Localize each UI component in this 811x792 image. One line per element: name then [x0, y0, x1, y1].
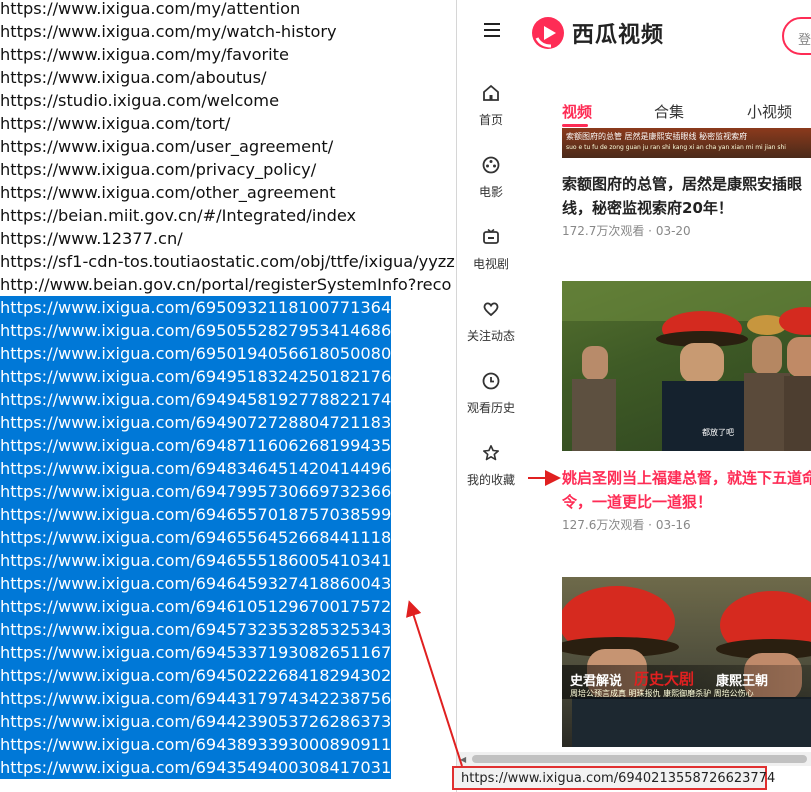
url-line-selected: https://www.ixigua.com/69453371930826511…: [0, 641, 391, 664]
url-line-selected: https://www.ixigua.com/69494581927788221…: [0, 388, 391, 411]
menu-icon[interactable]: [484, 23, 500, 38]
video-title[interactable]: 索额图府的总管，居然是康熙安插眼线，秘密监视索府20年！: [562, 172, 811, 220]
heart-icon: [483, 302, 499, 317]
ixigua-page: 西瓜视频 登 首页 电影 电视剧 关注动态 观看历史 我的收藏 视频 合集 小视…: [457, 0, 811, 792]
url-line-selected: https://www.ixigua.com/69443179743422387…: [0, 687, 391, 710]
url-line: https://www.12377.cn/: [0, 229, 183, 248]
subtitle-show: 康熙王朝: [716, 674, 769, 689]
url-line-selected: https://www.ixigua.com/69457323532853253…: [0, 618, 391, 641]
star-icon: [483, 445, 499, 461]
film-reel-icon: [482, 156, 500, 174]
url-list-panel: https://www.ixigua.com/my/attention https…: [0, 0, 457, 792]
tv-icon: [483, 228, 499, 244]
url-line: https://beian.miit.gov.cn/#/Integrated/i…: [0, 206, 357, 225]
publish-date: 03-16: [655, 518, 691, 532]
url-line-selected: https://www.ixigua.com/69465564526684411…: [0, 526, 391, 549]
ixigua-logo-icon[interactable]: [531, 16, 565, 50]
url-line-selected: https://www.ixigua.com/69479957306697323…: [0, 480, 391, 503]
url-line-selected: https://www.ixigua.com/69461051296700175…: [0, 595, 391, 618]
sidebar-item-label: 首页: [478, 113, 503, 127]
url-line-selected: https://www.ixigua.com/69465570187570385…: [0, 503, 391, 526]
sidebar-item-movie[interactable]: 电影: [457, 156, 525, 200]
link-status-bar: https://www.ixigua.com/69402135587266237…: [452, 766, 775, 790]
url-line-selected: https://www.ixigua.com/69435494003084170…: [0, 756, 391, 779]
home-icon: [483, 84, 499, 101]
url-line: https://www.ixigua.com/user_agreement/: [0, 137, 334, 156]
video-meta: 172.7万次观看 · 03-20: [562, 224, 691, 238]
thumbnail-scene: [562, 586, 811, 747]
url-line-selected: https://www.ixigua.com/69450222684182943…: [0, 664, 391, 687]
scrollbar-thumb[interactable]: [472, 755, 807, 763]
url-line-selected: https://www.ixigua.com/69495183242501821…: [0, 365, 391, 388]
thumbnail-subtitle-bar: 史君解说 历史大剧 康熙王朝 周培公预言成真 明珠报仇 康熙御磨杀驴 周培公伤心: [562, 665, 811, 699]
thumbnail-scene: [562, 281, 811, 451]
thumbnail-caption-small: suo e tu fu de zong guan ju ran shi kang…: [566, 144, 786, 151]
url-line: https://studio.ixigua.com/welcome: [0, 91, 280, 110]
video-thumbnail[interactable]: 索额图府的总管 居然是康熙安插眼线 秘密监视索府 suo e tu fu de …: [562, 128, 811, 158]
video-thumbnail[interactable]: 都放了吧: [562, 281, 811, 451]
url-line: https://www.ixigua.com/tort/: [0, 114, 231, 133]
subtitle-author: 史君解说: [570, 674, 623, 689]
sidebar-item-label: 电影: [478, 185, 503, 199]
sidebar-item-label: 观看历史: [466, 401, 515, 415]
sidebar-item-following[interactable]: 关注动态: [457, 300, 525, 344]
publish-date: 03-20: [655, 224, 691, 238]
url-line-selected: https://www.ixigua.com/69438933930008909…: [0, 733, 391, 756]
tab-videos[interactable]: 视频: [562, 101, 592, 122]
view-count: 172.7万次观看: [562, 224, 645, 238]
url-line-selected: https://www.ixigua.com/69464593274188600…: [0, 572, 391, 595]
url-line: https://www.ixigua.com/aboutus/: [0, 68, 267, 87]
url-line-selected: https://www.ixigua.com/69505528279534146…: [0, 319, 391, 342]
url-line-selected: https://www.ixigua.com/69442390537262863…: [0, 710, 391, 733]
url-line-selected: https://www.ixigua.com/69487116062681994…: [0, 434, 391, 457]
sidebar-item-favorites[interactable]: 我的收藏: [457, 444, 525, 488]
sidebar-item-label: 我的收藏: [466, 473, 515, 487]
url-line: https://sf1-cdn-tos.toutiaostatic.com/ob…: [0, 252, 455, 271]
video-thumbnail[interactable]: 史君解说 历史大剧 康熙王朝 周培公预言成真 明珠报仇 康熙御磨杀驴 周培公伤心: [562, 577, 811, 747]
url-line-selected: https://www.ixigua.com/69501940566180500…: [0, 342, 391, 365]
url-line-selected: https://www.ixigua.com/69490727288047211…: [0, 411, 391, 434]
url-line-selected: https://www.ixigua.com/69509321181007713…: [0, 296, 391, 319]
sidebar-item-home[interactable]: 首页: [457, 84, 525, 128]
tab-active-indicator: [562, 124, 588, 127]
login-label: 登: [798, 33, 811, 48]
sidebar-item-tv[interactable]: 电视剧: [457, 228, 525, 272]
scroll-left-icon[interactable]: ◀: [460, 755, 466, 764]
subtitle-line: 周培公预言成真 明珠报仇 康熙御磨杀驴 周培公伤心: [570, 689, 754, 698]
url-line: https://www.ixigua.com/privacy_policy/: [0, 160, 317, 179]
logo-text[interactable]: 西瓜视频: [572, 17, 664, 49]
url-line: https://www.ixigua.com/my/attention: [0, 0, 301, 18]
url-line: https://www.ixigua.com/my/watch-history: [0, 22, 337, 41]
video-title[interactable]: 姚启圣刚当上福建总督，就连下五道命令，一道更比一道狠！: [562, 466, 811, 514]
top-bar: 西瓜视频 登: [457, 0, 811, 70]
tab-short-videos[interactable]: 小视频: [747, 101, 792, 122]
view-count: 127.6万次观看: [562, 518, 645, 532]
url-line: https://www.ixigua.com/other_agreement: [0, 183, 336, 202]
subtitle-genre: 历史大剧: [634, 670, 695, 688]
thumbnail-subtitle: 都放了吧: [702, 428, 734, 437]
sidebar-item-history[interactable]: 观看历史: [457, 372, 525, 416]
clock-icon: [482, 372, 500, 390]
horizontal-scrollbar[interactable]: ◀: [457, 752, 811, 766]
url-line-selected: https://www.ixigua.com/69465551860054103…: [0, 549, 391, 572]
sidebar-item-label: 电视剧: [472, 257, 509, 271]
tab-collections[interactable]: 合集: [654, 101, 684, 122]
url-line-selected: https://www.ixigua.com/69483464514204144…: [0, 457, 391, 480]
url-line: http://www.beian.gov.cn/portal/registerS…: [0, 275, 452, 294]
login-button[interactable]: 登: [782, 17, 811, 55]
thumbnail-caption: 索额图府的总管 居然是康熙安插眼线 秘密监视索府: [566, 132, 748, 141]
url-line: https://www.ixigua.com/my/favorite: [0, 45, 289, 64]
status-url: https://www.ixigua.com/69402135587266237…: [461, 771, 776, 786]
video-meta: 127.6万次观看 · 03-16: [562, 518, 691, 532]
sidebar-item-label: 关注动态: [466, 329, 515, 343]
